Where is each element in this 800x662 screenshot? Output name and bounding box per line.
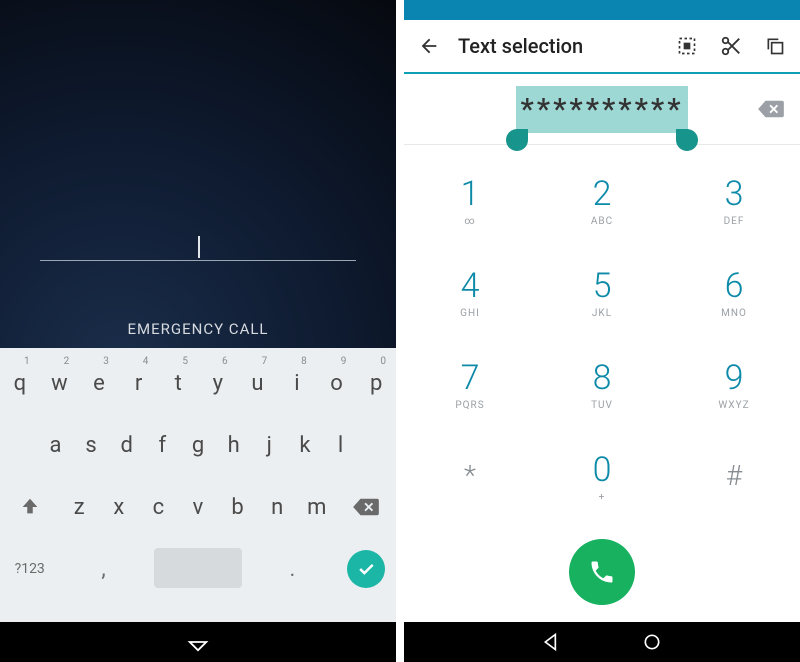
dial-key-0[interactable]: 0+ bbox=[536, 430, 668, 522]
dial-backspace-icon[interactable] bbox=[756, 98, 786, 120]
shift-key[interactable] bbox=[0, 476, 59, 538]
key-k[interactable]: k bbox=[287, 414, 323, 476]
key-m[interactable]: m bbox=[297, 476, 337, 538]
nav-home-icon[interactable] bbox=[642, 632, 662, 652]
dial-key-1[interactable]: 1∞ bbox=[404, 155, 536, 247]
key-i[interactable]: i8 bbox=[277, 352, 317, 414]
dial-key-#[interactable]: # bbox=[668, 430, 800, 522]
symbols-key[interactable]: ?123 bbox=[0, 538, 59, 600]
toolbar-title: Text selection bbox=[458, 34, 658, 58]
nav-back-icon[interactable] bbox=[158, 631, 238, 653]
key-c[interactable]: c bbox=[139, 476, 179, 538]
key-g[interactable]: g bbox=[180, 414, 216, 476]
dial-key-9[interactable]: 9WXYZ bbox=[668, 339, 800, 431]
status-bar bbox=[404, 0, 800, 20]
dial-key-7[interactable]: 7PQRS bbox=[404, 339, 536, 431]
emergency-call-button[interactable]: EMERGENCY CALL bbox=[0, 320, 396, 338]
cut-icon[interactable] bbox=[716, 31, 746, 61]
dialer-screen: Text selection ********** 1∞2ABC3DEF 4GHI… bbox=[404, 0, 800, 662]
dial-key-4[interactable]: 4GHI bbox=[404, 247, 536, 339]
period-key[interactable]: . bbox=[248, 538, 336, 600]
soft-keyboard: q1w2e3r4t5y6u7i8o9p0 asdfghjkl zxcvbnm ?… bbox=[0, 348, 396, 622]
key-p[interactable]: p0 bbox=[356, 352, 396, 414]
dial-input-row: ********** bbox=[404, 74, 800, 144]
key-h[interactable]: h bbox=[216, 414, 252, 476]
key-o[interactable]: o9 bbox=[317, 352, 357, 414]
space-key[interactable] bbox=[154, 548, 242, 588]
lockscreen: EMERGENCY CALL q1w2e3r4t5y6u7i8o9p0 asdf… bbox=[0, 0, 396, 662]
dial-key-8[interactable]: 8TUV bbox=[536, 339, 668, 431]
key-q[interactable]: q1 bbox=[0, 352, 40, 414]
key-x[interactable]: x bbox=[99, 476, 139, 538]
dial-input-selected-text[interactable]: ********** bbox=[516, 86, 687, 133]
comma-key[interactable]: , bbox=[59, 538, 147, 600]
key-e[interactable]: e3 bbox=[79, 352, 119, 414]
select-all-icon[interactable] bbox=[672, 31, 702, 61]
dial-key-*[interactable]: * bbox=[404, 430, 536, 522]
key-a[interactable]: a bbox=[38, 414, 74, 476]
backspace-key[interactable] bbox=[337, 476, 396, 538]
key-f[interactable]: f bbox=[145, 414, 181, 476]
text-selection-toolbar: Text selection bbox=[404, 20, 800, 74]
selection-handle-end[interactable] bbox=[676, 129, 698, 151]
dial-key-5[interactable]: 5JKL bbox=[536, 247, 668, 339]
key-j[interactable]: j bbox=[251, 414, 287, 476]
enter-key[interactable] bbox=[337, 538, 396, 600]
key-u[interactable]: u7 bbox=[238, 352, 278, 414]
nav-back-icon[interactable] bbox=[542, 632, 562, 652]
password-cursor[interactable] bbox=[198, 236, 200, 258]
key-n[interactable]: n bbox=[257, 476, 297, 538]
key-t[interactable]: t5 bbox=[158, 352, 198, 414]
key-v[interactable]: v bbox=[178, 476, 218, 538]
key-w[interactable]: w2 bbox=[40, 352, 80, 414]
key-b[interactable]: b bbox=[218, 476, 258, 538]
copy-icon[interactable] bbox=[760, 31, 790, 61]
dial-key-2[interactable]: 2ABC bbox=[536, 155, 668, 247]
dial-pad: 1∞2ABC3DEF 4GHI5JKL6MNO 7PQRS8TUV9WXYZ *0+# bbox=[404, 144, 800, 522]
dial-key-6[interactable]: 6MNO bbox=[668, 247, 800, 339]
key-l[interactable]: l bbox=[323, 414, 359, 476]
nav-bar bbox=[404, 622, 800, 662]
key-y[interactable]: y6 bbox=[198, 352, 238, 414]
key-s[interactable]: s bbox=[73, 414, 109, 476]
dial-input-value: ********** bbox=[520, 92, 683, 127]
key-r[interactable]: r4 bbox=[119, 352, 159, 414]
password-underline bbox=[40, 260, 356, 261]
selection-handle-start[interactable] bbox=[506, 129, 528, 151]
dial-key-3[interactable]: 3DEF bbox=[668, 155, 800, 247]
back-icon[interactable] bbox=[414, 31, 444, 61]
key-d[interactable]: d bbox=[109, 414, 145, 476]
key-z[interactable]: z bbox=[59, 476, 99, 538]
call-button[interactable] bbox=[569, 539, 635, 605]
nav-bar bbox=[0, 622, 396, 662]
